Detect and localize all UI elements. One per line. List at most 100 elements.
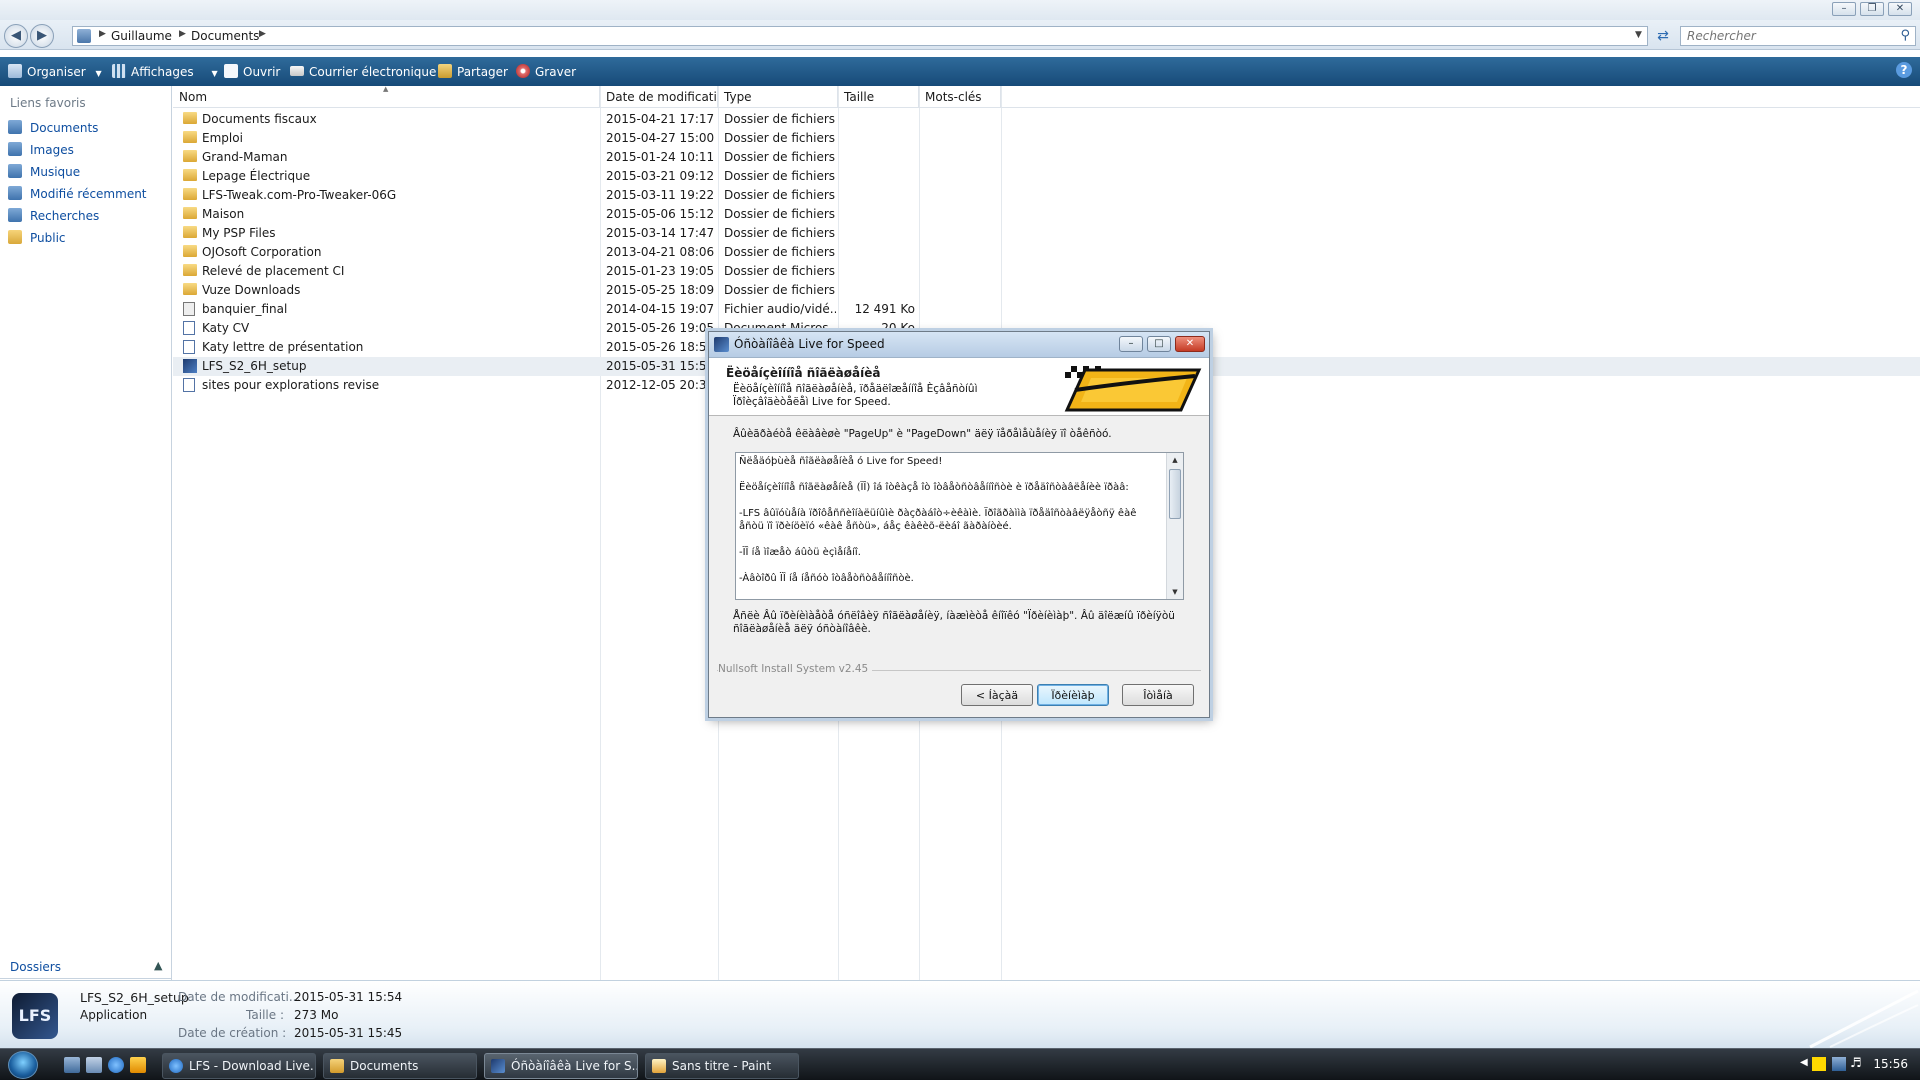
sidebar-item-music[interactable]: Musique [8,164,80,182]
task-paint[interactable]: Sans titre - Paint [645,1053,799,1079]
scroll-down-icon[interactable]: ▼ [1167,585,1183,599]
back-button[interactable]: ◀ [4,24,28,48]
table-row[interactable]: Lepage Électrique 2015-03-21 09:12 Dossier… [173,167,1920,186]
application-icon [183,359,197,373]
search-box[interactable]: ⚲ [1680,26,1916,46]
back-arrow-icon: ◀ [11,28,21,43]
organize-button[interactable]: Organiser ▼ [8,62,102,82]
file-size-cell [841,129,915,148]
file-name-cell: Katy lettre de présentation [183,338,597,357]
email-button[interactable]: Courrier électronique [290,62,436,82]
search-icon[interactable]: ⚲ [1900,28,1910,43]
sidebar-item-documents[interactable]: Documents [8,120,98,138]
breadcrumb-guillaume[interactable]: Guillaume [111,29,172,43]
start-button[interactable] [8,1051,38,1079]
sidebar-item-recent[interactable]: Modifié récemment [8,186,147,204]
breadcrumb-documents[interactable]: Documents [191,29,259,43]
share-button[interactable]: Partager [438,62,508,82]
chevron-left-icon[interactable]: ◀ [1800,1057,1808,1068]
task-documents[interactable]: Documents [323,1053,477,1079]
minimize-button[interactable]: – [1832,2,1856,16]
license-textbox[interactable]: Ñëåäóþùèå ñîãëàøåíèå ó Live for Speed! Ë… [735,452,1184,600]
cancel-button[interactable]: Îòìåíà [1122,684,1194,706]
images-icon [8,142,22,156]
network-icon[interactable] [1832,1057,1846,1071]
column-header-type[interactable]: Type [718,86,838,108]
table-row[interactable]: Maison 2015-05-06 15:12 Dossier de fichier… [173,205,1920,224]
column-header-tags[interactable]: Mots-clés [919,86,1001,108]
table-row[interactable]: Emploi 2015-04-27 15:00 Dossier de fichier… [173,129,1920,148]
table-row[interactable]: LFS-Tweak.com-Pro-Tweaker-06G 2015-03-11 … [173,186,1920,205]
envelope-icon [290,66,304,76]
file-date-cell: 2015-05-25 18:09 [606,283,715,297]
views-button[interactable]: Affichages ▼ [112,62,218,82]
back-button[interactable]: < Íàçàä [961,684,1033,706]
tray-app-icon[interactable] [1812,1057,1826,1071]
restore-button[interactable]: ❐ [1860,2,1884,16]
internet-explorer-icon[interactable] [108,1057,124,1073]
file-type-cell: Dossier de fichiers [724,207,836,221]
close-button[interactable]: ✕ [1888,2,1912,16]
paint-icon [652,1059,666,1073]
details-size: 273 Mo [294,1008,339,1022]
table-row[interactable]: OJOsoft Corporation 2013-04-21 08:06 Dossi… [173,243,1920,262]
file-type-cell: Dossier de fichiers [724,150,836,164]
history-dropdown-icon[interactable]: ▼ [1635,30,1642,40]
switch-windows-icon[interactable] [86,1057,102,1073]
dialog-maximize-button[interactable]: □ [1147,336,1171,352]
sidebar-item-searches[interactable]: Recherches [8,208,99,226]
sidebar-item-images[interactable]: Images [8,142,74,160]
word-document-icon [183,321,195,335]
file-name: Lepage Électrique [202,169,311,183]
column-header-date[interactable]: Date de modificati... [600,86,718,108]
dialog-close-button[interactable]: ✕ [1175,336,1205,352]
task-browser[interactable]: LFS - Download Live... [162,1053,316,1079]
table-row[interactable]: Documents fiscaux 2015-04-21 17:17 Dossier… [173,110,1920,129]
clock[interactable]: 15:56 [1873,1057,1908,1071]
file-date-cell: 2015-04-27 15:00 [606,131,715,145]
folders-label: Dossiers [10,960,61,974]
dialog-instruction: Âûèãðàéòå êëàâèøè "PageUp" è "PageDown" … [733,428,1112,440]
license-scrollbar[interactable]: ▲ ▼ [1166,453,1183,599]
table-row[interactable]: Grand-Maman 2015-01-24 10:11 Dossier de fi… [173,148,1920,167]
navigation-pane: Liens favoris Documents Images Musique M… [0,86,172,1080]
scroll-thumb[interactable] [1169,469,1181,519]
file-date-cell: 2015-01-24 10:11 [606,150,715,164]
dialog-title-bar[interactable]: Óñòàíîâêà Live for Speed – □ ✕ [709,332,1209,358]
column-header-size[interactable]: Taille [838,86,919,108]
accept-button[interactable]: Ïðèíèìàþ [1037,684,1109,706]
search-input[interactable] [1681,27,1881,45]
open-button[interactable]: Ouvrir [224,62,280,82]
breadcrumb-chevron-icon[interactable]: ▶ [179,29,186,39]
table-row[interactable]: My PSP Files 2015-03-14 17:47 Dossier de f… [173,224,1920,243]
help-icon[interactable]: ? [1896,62,1912,78]
file-name: Relevé de placement CI [202,264,345,278]
volume-icon[interactable]: ♬ [1850,1056,1862,1071]
music-icon [8,164,22,178]
table-row[interactable]: Vuze Downloads 2015-05-25 18:09 Dossier de… [173,281,1920,300]
chevron-down-icon: ▼ [211,69,218,78]
breadcrumb-chevron-icon[interactable]: ▶ [259,29,266,39]
file-name-cell: LFS-Tweak.com-Pro-Tweaker-06G [183,186,597,205]
dialog-subtitle: Ëèöåíçèîííîå ñîãëàøåíèå, ïðåäëîæåííîå Èç… [733,383,978,408]
app-shortcut-icon[interactable] [130,1057,146,1073]
breadcrumb-chevron-icon[interactable]: ▶ [99,29,106,39]
file-name: Vuze Downloads [202,283,301,297]
file-name-cell: Katy CV [183,319,597,338]
column-header-name[interactable]: Nom ▲ [173,86,600,108]
file-name-cell: LFS_S2_6H_setup [183,357,597,376]
scroll-up-icon[interactable]: ▲ [1167,453,1183,467]
show-desktop-icon[interactable] [64,1057,80,1073]
table-row[interactable]: Relevé de placement CI 2015-01-23 19:05 Do… [173,262,1920,281]
sidebar-item-public[interactable]: Public [8,230,66,248]
file-name: Emploi [202,131,243,145]
dialog-minimize-button[interactable]: – [1119,336,1143,352]
forward-button[interactable]: ▶ [30,24,54,48]
burn-button[interactable]: Graver [516,62,576,82]
table-row[interactable]: banquier_final 2014-04-15 19:07 Fichier au… [173,300,1920,319]
file-date-cell: 2015-01-23 19:05 [606,264,715,278]
refresh-button[interactable]: ⇄ [1653,26,1673,46]
task-installer[interactable]: Óñòàíîâêà Live for S... [484,1053,638,1079]
address-input[interactable]: ▶ Guillaume ▶ Documents ▶ ▼ [72,26,1648,46]
window-title-bar: – ❐ ✕ [0,0,1920,20]
